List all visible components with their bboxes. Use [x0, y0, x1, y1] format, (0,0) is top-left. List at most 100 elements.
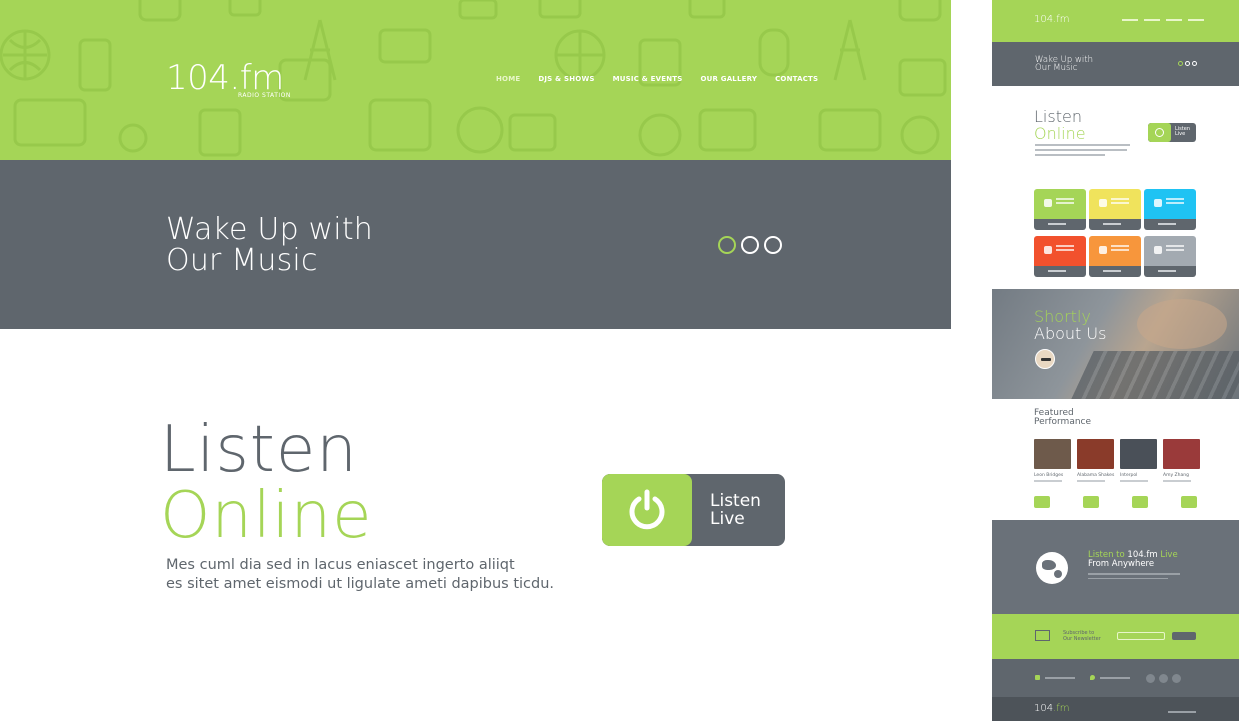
thumb-about-photo-hand: [1137, 299, 1227, 349]
thumb-bottom-bar: [992, 697, 1239, 721]
group-icon: [1099, 246, 1107, 254]
social-icon: [1172, 674, 1181, 683]
nav-item-contacts[interactable]: CONTACTS: [775, 75, 818, 83]
thumb-world-post: Live: [1157, 550, 1178, 560]
thumb-performer-card: Amy Zhang: [1163, 439, 1200, 482]
play-icon: [1044, 199, 1052, 207]
nav-item-djs-shows[interactable]: DJS & SHOWS: [538, 75, 594, 83]
thumb-slider-line2: Our Music: [1035, 63, 1078, 73]
header-hero: 104.fm RADIO STATION HOME DJS & SHOWS MU…: [0, 0, 951, 160]
thumb-tile-group: [1089, 236, 1141, 277]
thumb-about-line1: Shortly: [1034, 307, 1091, 326]
thumb-subscribe-line2: Our Newsletter: [1063, 636, 1101, 642]
thumb-header: [992, 0, 1239, 42]
thumb-power-icon: [1148, 123, 1171, 142]
thumb-tile-facebook: [1089, 189, 1141, 230]
thumb-world-desc: [1088, 573, 1188, 582]
thumb-listen-line2: Online: [1034, 124, 1086, 143]
globe-icon: [1036, 552, 1068, 584]
slider-dot-2[interactable]: [741, 236, 759, 254]
thumb-about-photo-mixer: [1070, 351, 1239, 399]
thumb-logo: 104.fm: [1034, 14, 1070, 25]
thumb-subscribe-input: [1117, 632, 1165, 640]
main-preview: 104.fm RADIO STATION HOME DJS & SHOWS MU…: [0, 0, 951, 721]
thumb-subscribe-button: [1172, 632, 1196, 640]
thumb-subscribe-section: [992, 614, 1239, 659]
thumb-listen-btn-label: Listen Live: [1175, 127, 1190, 137]
phone-icon: [1044, 246, 1052, 254]
social-icon: [1159, 674, 1168, 683]
thumb-tile-phone: [1034, 236, 1086, 277]
slider-dot-1[interactable]: [718, 236, 736, 254]
thumb-about-line2: About Us: [1034, 324, 1107, 343]
share-icon: [1154, 246, 1162, 254]
thumb-performers: Leon Bridges Alabama Shakes Interpol Amy…: [1034, 439, 1200, 482]
listen-live-label-line2: Live: [710, 509, 745, 529]
slider-title-line1: Wake Up with: [166, 212, 374, 247]
thumb-slider: [992, 42, 1239, 86]
listen-heading-line1: Listen: [160, 413, 358, 487]
thumb-performer-photo: [1120, 439, 1157, 469]
thumb-performer-name: Amy Zhang: [1163, 473, 1189, 478]
thumb-listen-desc: [1035, 144, 1145, 159]
thumb-listen-button: Listen Live: [1148, 123, 1196, 142]
social-icon: [1146, 674, 1155, 683]
hero-slider: [0, 160, 951, 329]
power-icon: [629, 489, 665, 530]
thumb-nav: [1122, 19, 1204, 21]
location-pin-icon: [1090, 675, 1095, 680]
thumb-tile-share: [1144, 236, 1196, 277]
thumb-footer-address-text: [1100, 677, 1130, 679]
thumb-about-section: [992, 289, 1239, 399]
slider-title: Wake Up with Our Music: [166, 214, 373, 276]
thumb-performer-name: Leon Bridges: [1034, 473, 1064, 478]
thumb-subscribe-text: Subscribe to Our Newsletter: [1063, 630, 1101, 642]
thumb-performer-card: Alabama Shakes: [1077, 439, 1114, 482]
power-button-area: [602, 474, 692, 546]
phone-icon: [1035, 675, 1040, 680]
facebook-icon: [1099, 199, 1107, 207]
thumb-world-line2: From Anywhere: [1088, 559, 1155, 569]
thumb-performer-photo: [1034, 439, 1071, 469]
logo-tagline: RADIO STATION: [238, 92, 291, 99]
thumb-performer-name: Interpol: [1120, 473, 1138, 478]
slider-title-line2: Our Music: [166, 243, 318, 278]
nav-item-music-events[interactable]: MUSIC & EVENTS: [613, 75, 683, 83]
mail-icon: [1035, 630, 1050, 641]
thumb-tile-news: [1144, 189, 1196, 230]
thumb-bottom-logo: 104.fm: [1034, 703, 1070, 714]
thumb-bottom-copyright: [1168, 711, 1196, 713]
nav-item-our-gallery[interactable]: OUR GALLERY: [700, 75, 757, 83]
main-nav: HOME DJS & SHOWS MUSIC & EVENTS OUR GALL…: [496, 75, 818, 83]
thumb-bottom-logo-number: 104: [1034, 703, 1054, 714]
listen-live-label: Listen Live: [710, 492, 761, 528]
thumb-featured-line2: Performance: [1034, 417, 1092, 427]
thumb-performer-card: Interpol: [1120, 439, 1157, 482]
slider-pagination: [718, 236, 782, 254]
listen-live-button[interactable]: Listen Live: [602, 474, 785, 546]
thumb-footer-phone-text: [1045, 677, 1075, 679]
news-icon: [1154, 199, 1162, 207]
thumb-social-icons: [1146, 674, 1181, 683]
thumb-tile-play: [1034, 189, 1086, 230]
thumb-slider-title: Wake Up with Our Music: [1035, 56, 1093, 73]
listen-description: Mes cuml dia sed in lacus eniascet inger…: [166, 556, 566, 594]
listen-heading-line2: Online: [160, 479, 373, 553]
thumb-slider-dots: [1178, 61, 1197, 66]
full-page-thumbnail: 104.fm Wake Up with Our Music Listen Onl…: [992, 0, 1239, 721]
listen-desc-line1: Mes cuml dia sed in lacus eniascet inger…: [166, 557, 515, 573]
nav-item-home[interactable]: HOME: [496, 75, 520, 83]
thumb-performer-photo: [1163, 439, 1200, 469]
thumb-feature-tiles: [1034, 189, 1197, 277]
listen-desc-line2: es sitet amet eismodi ut ligulate ameti …: [166, 576, 555, 592]
thumb-listen-btn-line2: Live: [1175, 131, 1186, 137]
logo-number: 104: [166, 58, 230, 98]
listen-live-label-line1: Listen: [710, 491, 761, 511]
thumb-performer-buttons: [1034, 496, 1197, 508]
thumb-performer-name: Alabama Shakes: [1077, 473, 1115, 478]
thumb-about-avatar: [1035, 349, 1055, 369]
thumb-bottom-logo-suffix: .fm: [1053, 703, 1070, 714]
slider-dot-3[interactable]: [764, 236, 782, 254]
thumb-performer-card: Leon Bridges: [1034, 439, 1071, 482]
thumb-performer-photo: [1077, 439, 1114, 469]
